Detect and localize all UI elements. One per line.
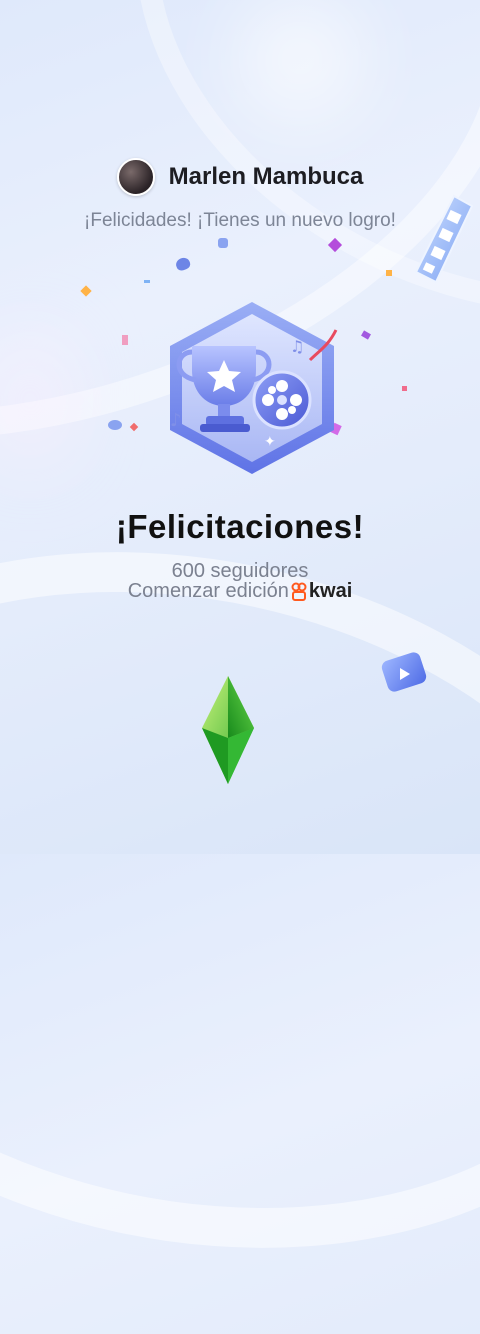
play-tile-icon [381,652,427,692]
confetti [218,238,228,248]
gem-icon [202,676,254,784]
background-glow [0,340,60,460]
confetti [174,255,192,273]
kwai-wordmark: kwai [308,580,353,602]
confetti [144,280,150,283]
start-editing-label: Comenzar edición [127,580,289,602]
film-reel-icon [252,370,312,430]
confetti [80,285,92,297]
confetti [327,237,343,253]
page-title: ¡Felicitaciones! [115,508,365,545]
kwai-icon [291,582,307,601]
background-glow [240,0,360,120]
achievement-badge: ♪ ♫ ✦ [170,302,338,474]
kwai-logo: kwai [291,580,352,603]
film-strip-icon [414,194,474,284]
confetti [122,335,128,345]
confetti [361,330,371,340]
start-editing-link[interactable]: Comenzar edición kwai [0,580,480,603]
music-note-icon: ♫ [290,337,304,356]
username: Marlen Mambuca [168,163,364,190]
avatar[interactable] [116,158,155,196]
confetti [108,420,122,430]
music-note-icon: ♪ [170,410,182,431]
confetti [386,270,392,276]
sparkle-icon: ✦ [264,434,276,450]
confetti [402,386,407,391]
confetti [129,422,139,432]
